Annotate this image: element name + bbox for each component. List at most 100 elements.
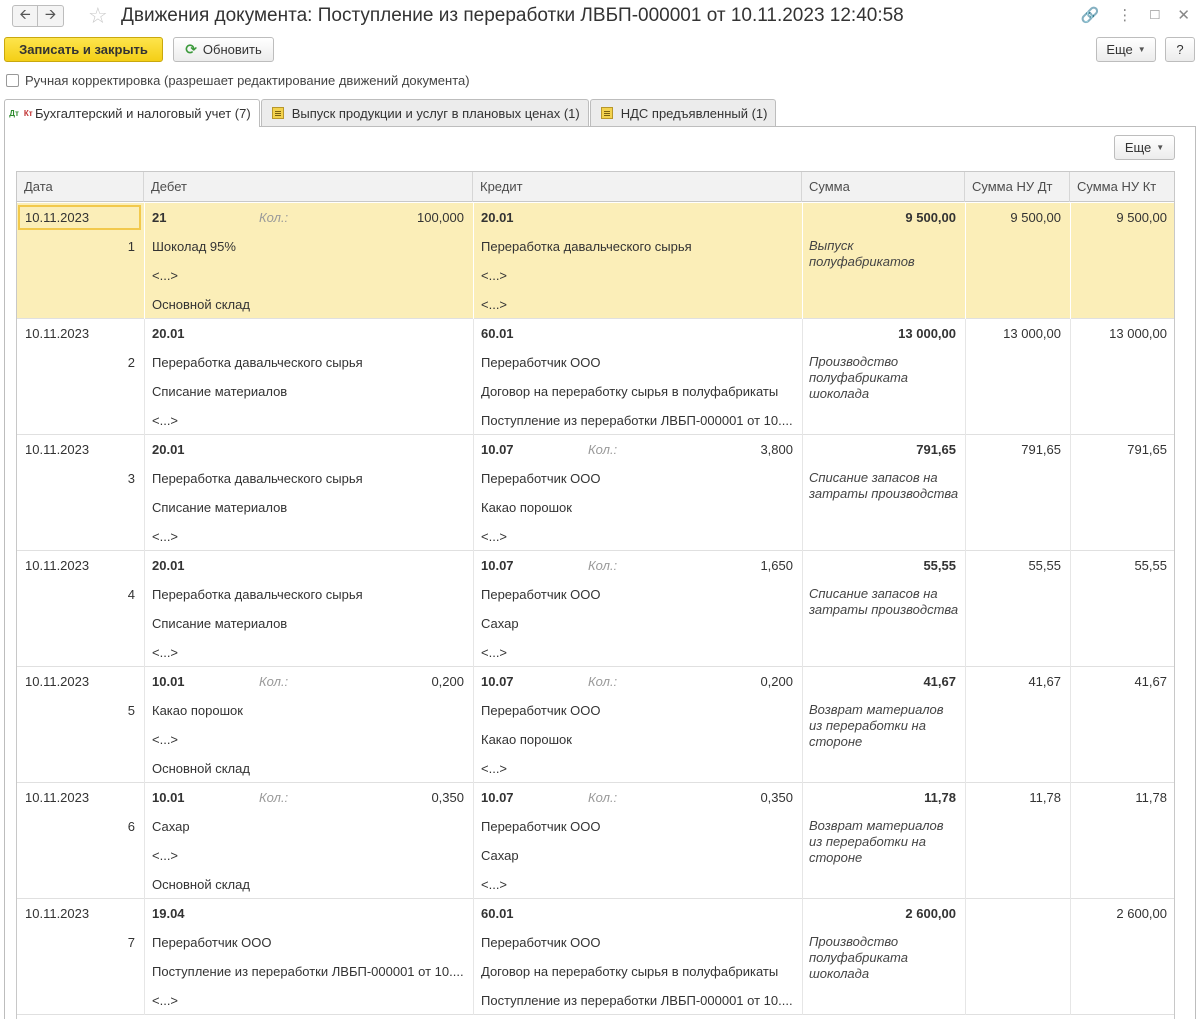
save-and-close-button[interactable]: Записать и закрыть bbox=[4, 37, 163, 62]
menu-dots-icon[interactable]: ⋮ bbox=[1117, 6, 1132, 24]
table-more-label: Еще bbox=[1124, 140, 1152, 155]
debit-subconto: <...> bbox=[152, 413, 179, 428]
tab-vat[interactable]: НДС предъявленный (1) bbox=[589, 99, 777, 126]
row-date: 10.11.2023 bbox=[25, 210, 90, 225]
debit-subconto: Переработчик ООО bbox=[152, 935, 272, 950]
tab-production-output[interactable]: Выпуск продукции и услуг в плановых цена… bbox=[260, 99, 589, 126]
row-date: 10.11.2023 bbox=[25, 906, 90, 921]
tab-accounting-label: Бухгалтерский и налоговый учет (7) bbox=[35, 106, 251, 121]
table-row[interactable]: 10.11.2023 5 10.01 Кол.: 0,200 Какао порошок <… bbox=[17, 667, 1174, 783]
refresh-icon: ⟳ bbox=[185, 41, 197, 57]
debit-subconto: Сахар bbox=[152, 819, 190, 834]
debit-account: 19.04 bbox=[152, 906, 185, 921]
row-date: 10.11.2023 bbox=[25, 674, 90, 689]
register-icon bbox=[270, 105, 286, 121]
credit-account: 60.01 bbox=[481, 906, 514, 921]
row-sum-nu-kt: 2 600,00 bbox=[1116, 906, 1167, 921]
table-more-button[interactable]: Еще ▼ bbox=[1114, 135, 1175, 160]
debit-subconto: Основной склад bbox=[152, 297, 250, 312]
debit-subconto: Какао порошок bbox=[152, 703, 243, 718]
manual-edit-label[interactable]: Ручная корректировка (разрешает редактир… bbox=[25, 73, 470, 88]
row-number: 5 bbox=[127, 703, 135, 718]
col-credit[interactable]: Кредит bbox=[473, 172, 802, 202]
row-sum: 11,78 bbox=[924, 790, 956, 805]
row-number: 4 bbox=[127, 587, 135, 602]
row-sum: 13 000,00 bbox=[898, 326, 956, 341]
maximize-icon[interactable]: □ bbox=[1150, 6, 1159, 24]
row-sum-nu-dt: 55,55 bbox=[1028, 558, 1061, 573]
row-sum: 41,67 bbox=[923, 674, 956, 689]
credit-subconto: Какао порошок bbox=[481, 732, 572, 747]
forward-arrow-icon[interactable]: 🡪 bbox=[38, 5, 64, 27]
credit-subconto: Сахар bbox=[481, 848, 519, 863]
credit-subconto: Переработчик ООО bbox=[481, 935, 601, 950]
debit-subconto: Списание материалов bbox=[152, 616, 288, 631]
help-button[interactable]: ? bbox=[1165, 37, 1195, 62]
more-label: Еще bbox=[1106, 42, 1133, 57]
debit-account: 21 bbox=[152, 210, 167, 225]
debit-qty: 100,000 bbox=[417, 210, 464, 225]
row-date: 10.11.2023 bbox=[25, 442, 90, 457]
row-sum: 9 500,00 bbox=[905, 210, 956, 225]
chevron-down-icon: ▼ bbox=[1137, 45, 1146, 54]
tab-accounting[interactable]: Дт Кт Бухгалтерский и налоговый учет (7) bbox=[4, 99, 260, 127]
debit-qty-label: Кол.: bbox=[259, 790, 289, 805]
credit-subconto: Договор на переработку сырья в полуфабри… bbox=[481, 384, 779, 399]
manual-edit-row: Ручная корректировка (разрешает редактир… bbox=[6, 73, 470, 88]
row-sum-nu-dt: 791,65 bbox=[1021, 442, 1061, 457]
credit-qty-label: Кол.: bbox=[588, 674, 618, 689]
debit-subconto: <...> bbox=[152, 993, 179, 1008]
title-bar: 🡨 🡪 ☆ Движения документа: Поступление из… bbox=[0, 0, 1200, 32]
debit-subconto: <...> bbox=[152, 645, 179, 660]
col-date[interactable]: Дата bbox=[17, 172, 144, 202]
credit-qty: 1,650 bbox=[760, 558, 793, 573]
more-button[interactable]: Еще ▼ bbox=[1096, 37, 1156, 62]
refresh-button[interactable]: ⟳ Обновить bbox=[173, 37, 274, 62]
col-sum-nu-kt[interactable]: Сумма НУ Кт bbox=[1070, 172, 1174, 202]
row-number: 2 bbox=[127, 355, 135, 370]
row-sum-nu-dt: 9 500,00 bbox=[1010, 210, 1061, 225]
row-sum-nu-kt: 791,65 bbox=[1127, 442, 1167, 457]
credit-subconto: Переработчик ООО bbox=[481, 703, 601, 718]
col-sum[interactable]: Сумма bbox=[802, 172, 965, 202]
table-header: Дата Дебет Кредит Сумма Сумма НУ Дт Сумм… bbox=[17, 172, 1174, 202]
row-sum: 2 600,00 bbox=[905, 906, 956, 921]
debit-subconto: Переработка давальческого сырья bbox=[152, 355, 363, 370]
credit-account: 10.07 bbox=[481, 442, 514, 457]
row-sum-nu-dt: 13 000,00 bbox=[1003, 326, 1061, 341]
col-debit[interactable]: Дебет bbox=[144, 172, 473, 202]
row-sum-nu-kt: 11,78 bbox=[1135, 790, 1167, 805]
row-sum-nu-dt bbox=[972, 899, 1061, 928]
manual-edit-checkbox[interactable] bbox=[6, 74, 19, 87]
debit-subconto: Основной склад bbox=[152, 761, 250, 776]
row-number: 1 bbox=[127, 239, 135, 254]
close-icon[interactable]: ✕ bbox=[1177, 6, 1190, 24]
credit-subconto: Какао порошок bbox=[481, 500, 572, 515]
row-content-description: Возврат материалов из переработки на сто… bbox=[809, 702, 944, 749]
refresh-label: Обновить bbox=[202, 42, 262, 57]
row-content-description: Возврат материалов из переработки на сто… bbox=[809, 818, 944, 865]
debit-account: 10.01 bbox=[152, 790, 185, 805]
table-row[interactable]: 10.11.2023 6 10.01 Кол.: 0,350 Сахар <...> Осно… bbox=[17, 783, 1174, 899]
col-sum-nu-dt[interactable]: Сумма НУ Дт bbox=[965, 172, 1070, 202]
table-row[interactable]: 10.11.2023 3 20.01 Переработка давальческог… bbox=[17, 435, 1174, 551]
table-row[interactable]: 10.11.2023 4 20.01 Переработка давальческог… bbox=[17, 551, 1174, 667]
credit-subconto: <...> bbox=[481, 529, 508, 544]
credit-subconto: <...> bbox=[481, 877, 508, 892]
credit-qty: 3,800 bbox=[760, 442, 793, 457]
table-row[interactable]: 10.11.2023 1 21 Кол.: 100,000 Шоколад 95% <...… bbox=[17, 203, 1174, 319]
row-date: 10.11.2023 bbox=[25, 558, 90, 573]
debit-qty: 0,200 bbox=[431, 674, 464, 689]
row-content-description: Производство полуфабриката шоколада bbox=[809, 354, 908, 401]
credit-account: 10.07 bbox=[481, 674, 514, 689]
favorite-star-icon[interactable]: ☆ bbox=[88, 3, 108, 29]
credit-subconto: <...> bbox=[481, 268, 508, 283]
debit-subconto: <...> bbox=[152, 732, 179, 747]
credit-qty: 0,200 bbox=[760, 674, 793, 689]
back-arrow-icon[interactable]: 🡨 bbox=[12, 5, 38, 27]
table-row[interactable]: 10.11.2023 7 19.04 Переработчик ООО Поступле… bbox=[17, 899, 1174, 1015]
debit-subconto: <...> bbox=[152, 268, 179, 283]
table-row[interactable]: 10.11.2023 2 20.01 Переработка давальческог… bbox=[17, 319, 1174, 435]
link-icon[interactable]: 🔗 bbox=[1081, 6, 1100, 24]
debit-subconto: <...> bbox=[152, 529, 179, 544]
